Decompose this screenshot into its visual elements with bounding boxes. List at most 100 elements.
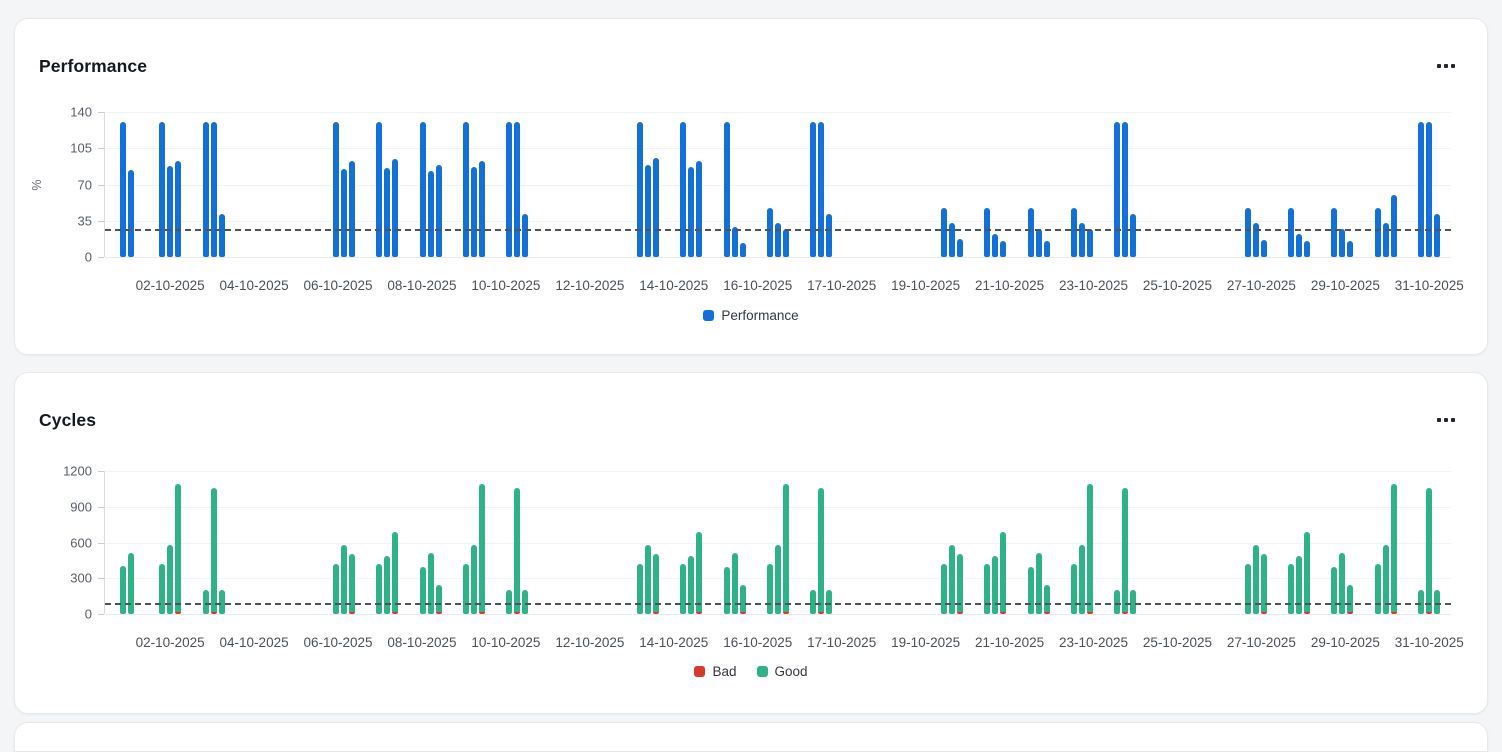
bar[interactable] — [1087, 484, 1093, 614]
bar[interactable] — [1434, 214, 1440, 258]
bar[interactable] — [984, 208, 990, 257]
bar[interactable] — [376, 564, 382, 614]
bar[interactable] — [1130, 214, 1136, 258]
bar[interactable] — [1028, 208, 1034, 257]
bar[interactable] — [514, 122, 520, 257]
bar[interactable] — [810, 122, 816, 257]
bar[interactable] — [522, 214, 528, 258]
bar[interactable] — [941, 208, 947, 257]
bar[interactable] — [522, 590, 528, 614]
bar[interactable] — [479, 161, 485, 257]
bar[interactable] — [341, 169, 347, 257]
bar[interactable] — [203, 590, 209, 614]
bar[interactable] — [1000, 532, 1006, 614]
bar[interactable] — [471, 167, 477, 257]
bar[interactable] — [167, 166, 173, 257]
bar[interactable] — [159, 122, 165, 257]
bar[interactable] — [333, 564, 339, 614]
more-menu-button[interactable] — [1433, 412, 1459, 428]
bar[interactable] — [120, 122, 126, 257]
bar[interactable] — [1114, 122, 1120, 257]
performance-chart[interactable]: % 03570105140 02-10-202504-10-202506-10-… — [15, 112, 1487, 344]
bar[interactable] — [1071, 208, 1077, 257]
bar[interactable] — [1261, 240, 1267, 257]
bar[interactable] — [740, 585, 746, 614]
bar[interactable] — [1028, 567, 1034, 614]
bar[interactable] — [941, 564, 947, 614]
bar[interactable] — [1418, 590, 1424, 614]
bar[interactable] — [724, 122, 730, 257]
bar[interactable] — [637, 564, 643, 614]
bar[interactable] — [1122, 488, 1128, 614]
bar[interactable] — [1339, 229, 1345, 257]
bar[interactable] — [783, 484, 789, 614]
bar[interactable] — [732, 227, 738, 257]
bar[interactable] — [436, 165, 442, 257]
bar[interactable] — [1304, 532, 1310, 614]
bar[interactable] — [810, 590, 816, 614]
bar[interactable] — [175, 161, 181, 257]
bar[interactable] — [420, 122, 426, 257]
bar[interactable] — [696, 161, 702, 257]
bar[interactable] — [428, 171, 434, 257]
bar[interactable] — [1434, 590, 1440, 614]
bar[interactable] — [392, 159, 398, 257]
bar[interactable] — [653, 158, 659, 257]
bar[interactable] — [992, 234, 998, 257]
bar[interactable] — [1331, 567, 1337, 614]
bar[interactable] — [506, 590, 512, 614]
bar[interactable] — [688, 167, 694, 257]
bar[interactable] — [949, 223, 955, 257]
bar[interactable] — [1079, 223, 1085, 257]
bar[interactable] — [680, 122, 686, 257]
bar[interactable] — [1426, 122, 1432, 257]
bar[interactable] — [637, 122, 643, 257]
bar[interactable] — [1331, 208, 1337, 257]
bar[interactable] — [1288, 564, 1294, 614]
bar[interactable] — [120, 566, 126, 614]
bar[interactable] — [826, 214, 832, 258]
cycles-chart[interactable]: 03006009001200 02-10-202504-10-202506-10… — [15, 471, 1487, 703]
bar[interactable] — [1375, 564, 1381, 614]
bar[interactable] — [463, 122, 469, 257]
bar[interactable] — [818, 488, 824, 614]
bar[interactable] — [1426, 488, 1432, 614]
bar[interactable] — [1418, 122, 1424, 257]
bar[interactable] — [984, 564, 990, 614]
legend-item-bad[interactable]: Bad — [694, 664, 736, 679]
bar[interactable] — [333, 122, 339, 257]
bar[interactable] — [783, 229, 789, 257]
bar[interactable] — [1391, 195, 1397, 257]
legend-item-performance[interactable]: Performance — [703, 308, 798, 323]
bar[interactable] — [1044, 585, 1050, 614]
bar[interactable] — [479, 484, 485, 614]
bar[interactable] — [680, 564, 686, 614]
bar[interactable] — [1071, 564, 1077, 614]
bar[interactable] — [1296, 234, 1302, 257]
bar[interactable] — [1245, 208, 1251, 257]
bar[interactable] — [436, 585, 442, 614]
bar[interactable] — [384, 168, 390, 257]
bar[interactable] — [1347, 241, 1353, 257]
bar[interactable] — [724, 567, 730, 614]
bar[interactable] — [1245, 564, 1251, 614]
bar[interactable] — [1347, 585, 1353, 614]
bar[interactable] — [767, 208, 773, 257]
bar[interactable] — [203, 122, 209, 257]
bar[interactable] — [645, 165, 651, 257]
bar[interactable] — [1288, 208, 1294, 257]
bar[interactable] — [159, 564, 165, 614]
bar[interactable] — [211, 122, 217, 257]
bar[interactable] — [219, 590, 225, 614]
bar[interactable] — [175, 484, 181, 614]
bar[interactable] — [420, 567, 426, 614]
bar[interactable] — [1122, 122, 1128, 257]
bar[interactable] — [219, 214, 225, 258]
bar[interactable] — [514, 488, 520, 614]
bar[interactable] — [1375, 208, 1381, 257]
bar[interactable] — [1253, 223, 1259, 257]
bar[interactable] — [349, 161, 355, 257]
bar[interactable] — [376, 122, 382, 257]
bar[interactable] — [1130, 590, 1136, 614]
bar[interactable] — [1391, 484, 1397, 614]
